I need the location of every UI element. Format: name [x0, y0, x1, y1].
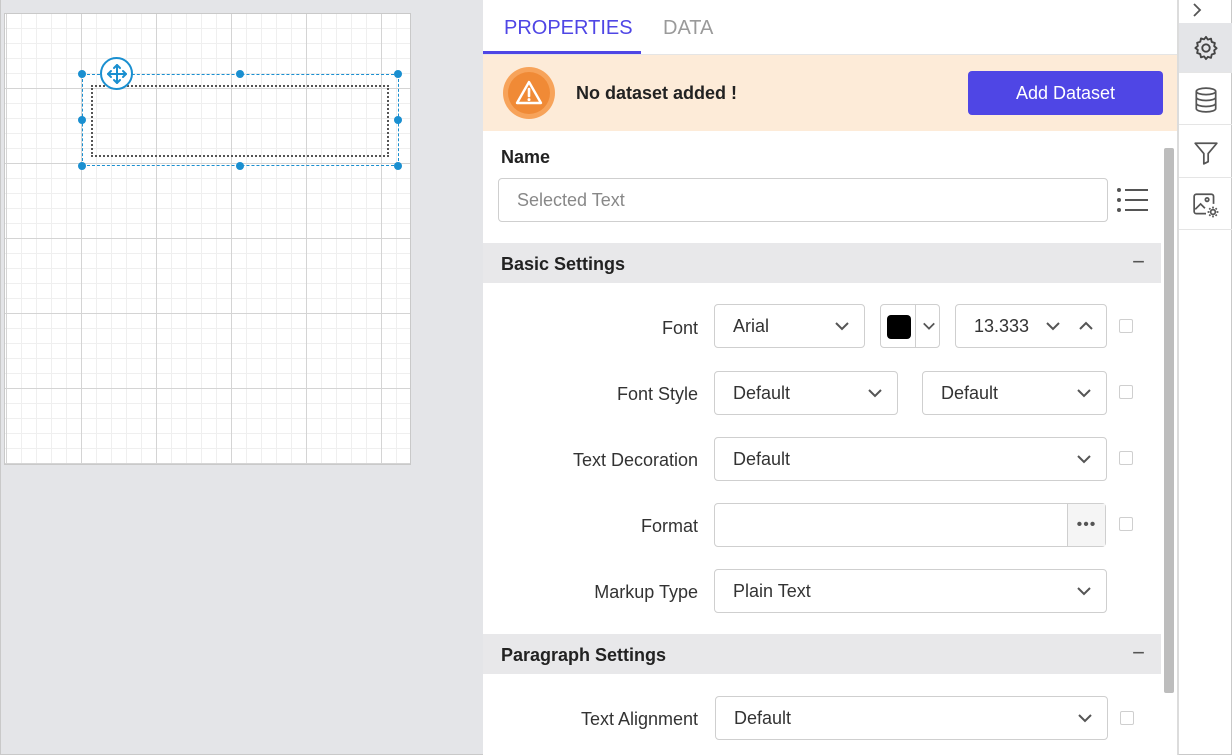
chevron-down-icon: [923, 322, 935, 330]
properties-rail-button[interactable]: [1179, 23, 1232, 73]
font-label: Font: [661, 318, 698, 338]
chevron-down-icon: [1077, 455, 1091, 464]
right-toolbar: [1178, 0, 1232, 755]
textbox-content-area[interactable]: [91, 85, 389, 157]
active-tab-indicator: [483, 51, 641, 54]
chevron-down-icon: [835, 322, 849, 331]
color-dropdown-toggle[interactable]: [915, 305, 941, 347]
text-alignment-checkbox[interactable]: [1120, 711, 1134, 725]
move-handle-icon[interactable]: [100, 57, 133, 90]
collapse-icon[interactable]: −: [1132, 249, 1145, 275]
no-dataset-alert: No dataset added ! Add Dataset: [483, 55, 1177, 131]
resize-handle-left[interactable]: [78, 116, 86, 124]
database-icon: [1194, 86, 1217, 113]
resize-handle-bottom-right[interactable]: [394, 162, 402, 170]
alert-message: No dataset added !: [576, 83, 738, 103]
text-alignment-value: Default: [734, 707, 792, 728]
report-page[interactable]: [4, 13, 411, 465]
font-style-select[interactable]: Default: [714, 371, 898, 415]
resize-handle-right[interactable]: [394, 116, 402, 124]
markup-type-value: Plain Text: [733, 580, 811, 601]
resize-handle-top[interactable]: [236, 70, 244, 78]
add-dataset-button[interactable]: Add Dataset: [968, 71, 1163, 115]
image-settings-rail-button[interactable]: [1179, 180, 1232, 230]
chevron-down-icon: [1078, 714, 1092, 723]
collapse-icon[interactable]: −: [1132, 640, 1145, 666]
text-decoration-value: Default: [733, 448, 791, 469]
resize-handle-bottom-left[interactable]: [78, 162, 86, 170]
data-rail-button[interactable]: [1179, 75, 1232, 125]
properties-panel: PROPERTIES DATA No dataset added ! Add D…: [483, 0, 1178, 755]
font-family-select[interactable]: Arial: [714, 304, 865, 348]
chevron-down-icon: [1077, 587, 1091, 596]
chevron-down-icon[interactable]: [1045, 318, 1061, 334]
selected-textbox[interactable]: [78, 70, 402, 170]
font-weight-select[interactable]: Default: [922, 371, 1107, 415]
font-checkbox[interactable]: [1119, 319, 1133, 333]
format-label: Format: [640, 516, 698, 536]
image-settings-icon: [1192, 192, 1218, 217]
format-checkbox[interactable]: [1119, 517, 1133, 531]
gear-icon: [1193, 35, 1218, 60]
tab-properties[interactable]: PROPERTIES: [504, 17, 633, 40]
chevron-right-icon[interactable]: [1190, 2, 1204, 18]
markup-type-label: Markup Type: [594, 582, 698, 602]
warning-icon: [503, 67, 555, 119]
basic-settings-title: Basic Settings: [501, 254, 626, 274]
chevron-down-icon: [1077, 389, 1091, 398]
filter-icon: [1193, 141, 1218, 165]
font-color-picker[interactable]: [880, 304, 940, 348]
font-family-value: Arial: [733, 315, 770, 336]
list-icon[interactable]: [1116, 186, 1148, 214]
basic-settings-header[interactable]: Basic Settings −: [483, 243, 1161, 283]
name-input[interactable]: Selected Text: [498, 178, 1108, 222]
font-size-stepper[interactable]: 13.333: [955, 304, 1107, 348]
chevron-up-icon[interactable]: [1078, 318, 1094, 334]
text-decoration-label: Text Decoration: [572, 450, 698, 470]
design-canvas[interactable]: [0, 0, 483, 755]
chevron-down-icon: [868, 389, 882, 398]
more-options-icon[interactable]: •••: [1067, 504, 1105, 546]
resize-handle-bottom[interactable]: [236, 162, 244, 170]
paragraph-settings-title: Paragraph Settings: [501, 645, 667, 665]
panel-scrollbar[interactable]: [1164, 148, 1174, 693]
color-swatch: [887, 315, 911, 339]
resize-handle-top-right[interactable]: [394, 70, 402, 78]
font-style-value: Default: [733, 382, 791, 403]
name-label: Name: [501, 147, 551, 167]
panel-tabs: PROPERTIES DATA: [483, 0, 1177, 55]
font-style-checkbox[interactable]: [1119, 385, 1133, 399]
font-style-label: Font Style: [616, 384, 698, 404]
markup-type-select[interactable]: Plain Text: [714, 569, 1107, 613]
text-alignment-select[interactable]: Default: [715, 696, 1108, 740]
format-input[interactable]: •••: [714, 503, 1106, 547]
font-size-value: 13.333: [974, 315, 1030, 336]
text-decoration-checkbox[interactable]: [1119, 451, 1133, 465]
font-weight-value: Default: [941, 382, 999, 403]
filter-rail-button[interactable]: [1179, 128, 1232, 178]
resize-handle-top-left[interactable]: [78, 70, 86, 78]
tab-data[interactable]: DATA: [663, 17, 713, 40]
text-alignment-label: Text Alignment: [580, 709, 698, 729]
paragraph-settings-header[interactable]: Paragraph Settings −: [483, 634, 1161, 674]
text-decoration-select[interactable]: Default: [714, 437, 1107, 481]
